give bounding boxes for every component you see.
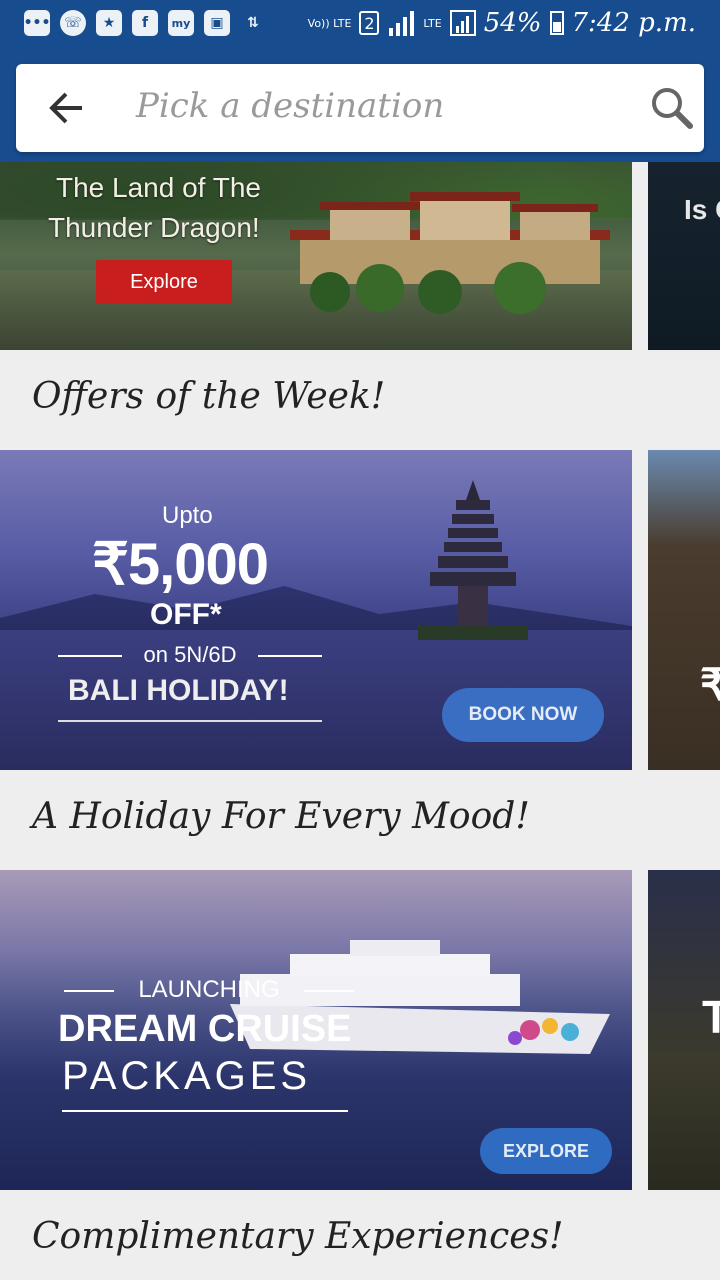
featured-carousel[interactable]: The Land of The Thunder Dragon! Explore …: [0, 162, 720, 350]
facebook-icon: f: [132, 10, 158, 36]
bhutan-heading-line2: Thunder Dragon!: [48, 212, 260, 243]
bhutan-heading-line1: The Land of The: [56, 172, 261, 203]
next-featured-banner[interactable]: Is C: [648, 162, 720, 350]
battery-icon: [549, 11, 564, 35]
bhutan-banner[interactable]: The Land of The Thunder Dragon! Explore: [0, 162, 632, 350]
cruise-banner[interactable]: LAUNCHING DREAM CRUISE PACKAGES EXPLORE: [0, 870, 632, 1190]
notification-icons: ••• ☏ ★ f my ▣ ⇅: [24, 10, 266, 36]
cruise-subtitle: PACKAGES: [62, 1054, 312, 1098]
search-header: Pick a destination: [0, 48, 720, 162]
cruise-title: DREAM CRUISE: [58, 1008, 352, 1050]
cruise-launching-label: LAUNCHING: [64, 976, 354, 1004]
offers-carousel[interactable]: Upto ₹5,000 OFF* on 5N/6D BALI HOLIDAY! …: [0, 450, 720, 770]
star-app-icon: ★: [96, 10, 122, 36]
content-feed[interactable]: The Land of The Thunder Dragon! Explore …: [0, 162, 720, 1280]
next-mood-text: T: [702, 991, 720, 1043]
mood-section-title: A Holiday For Every Mood!: [32, 796, 530, 837]
bali-discount-amount: ₹5,000: [92, 532, 269, 597]
lte-indicator: LTE: [423, 16, 442, 30]
volte-indicator: Vo)) LTE: [307, 16, 352, 30]
messages-icon: •••: [24, 10, 50, 36]
signal-icon: [389, 11, 415, 36]
bali-upto-label: Upto: [162, 502, 213, 529]
bali-divider: [58, 720, 322, 722]
mood-carousel[interactable]: LAUNCHING DREAM CRUISE PACKAGES EXPLORE …: [0, 870, 720, 1190]
search-input[interactable]: Pick a destination: [136, 86, 444, 126]
next-offer-banner[interactable]: ₹: [648, 450, 720, 770]
bali-duration: on 5N/6D: [58, 642, 322, 668]
next-mood-banner[interactable]: T: [648, 870, 720, 1190]
bali-book-now-button[interactable]: BOOK NOW: [442, 688, 604, 742]
bhutan-explore-button[interactable]: Explore: [96, 260, 232, 304]
offers-section-title: Offers of the Week!: [32, 376, 386, 417]
transfer-icon: ⇅: [247, 15, 259, 31]
cruise-explore-button[interactable]: EXPLORE: [480, 1128, 612, 1174]
cruise-divider: [62, 1110, 348, 1112]
temple-image: [418, 480, 528, 640]
bali-title: BALI HOLIDAY!: [68, 674, 289, 707]
gallery-icon: ▣: [204, 10, 230, 36]
my-app-icon: my: [168, 10, 194, 36]
battery-percent: 54%: [483, 8, 542, 38]
whatsapp-icon: ☏: [60, 10, 86, 36]
complimentary-section-title: Complimentary Experiences!: [32, 1216, 564, 1257]
sim-indicator: 2: [359, 11, 380, 35]
search-bar[interactable]: Pick a destination: [16, 64, 704, 152]
bali-off-label: OFF*: [150, 598, 222, 631]
clock: 7:42 p.m.: [571, 8, 696, 38]
next-offer-text: ₹: [700, 661, 720, 710]
bali-banner[interactable]: Upto ₹5,000 OFF* on 5N/6D BALI HOLIDAY! …: [0, 450, 632, 770]
status-right: Vo)) LTE 2 LTE 54% 7:42 p.m.: [308, 8, 696, 38]
back-arrow-icon[interactable]: [44, 86, 88, 130]
lte-signal-icon: [449, 10, 476, 36]
next-banner-text: Is C: [684, 194, 720, 225]
status-bar: ••• ☏ ★ f my ▣ ⇅ Vo)) LTE 2 LTE 54% 7:42…: [0, 0, 720, 48]
search-icon[interactable]: [648, 84, 694, 130]
